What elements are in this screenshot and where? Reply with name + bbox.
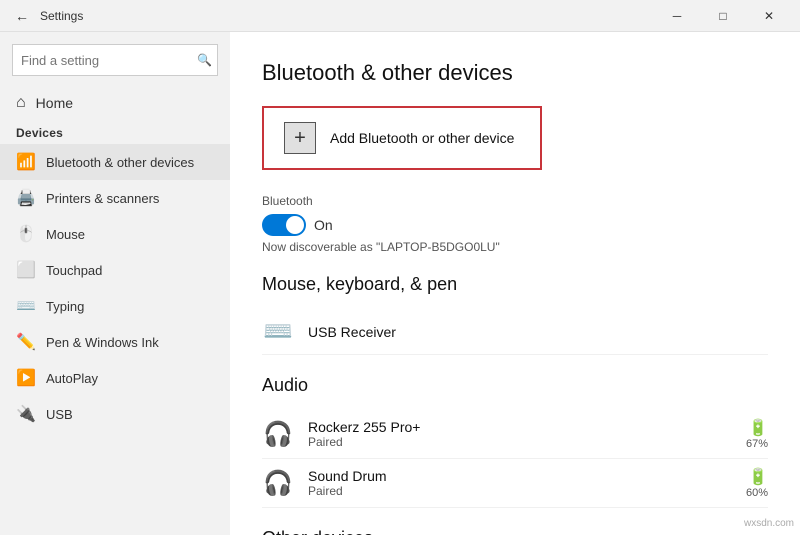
close-button[interactable]: ✕ bbox=[746, 0, 792, 32]
battery-percentage: 60% bbox=[746, 487, 768, 499]
back-button[interactable]: ← bbox=[8, 2, 36, 30]
sidebar-item-label-pen: Pen & Windows Ink bbox=[46, 335, 159, 350]
sidebar-item-label-bluetooth: Bluetooth & other devices bbox=[46, 155, 194, 170]
add-device-button[interactable]: + Add Bluetooth or other device bbox=[262, 106, 542, 170]
sidebar: 🔍 ⌂ Home Devices 📶 Bluetooth & other dev… bbox=[0, 32, 230, 535]
sidebar-item-label-typing: Typing bbox=[46, 299, 84, 314]
maximize-button[interactable]: □ bbox=[700, 0, 746, 32]
autoplay-icon: ▶️ bbox=[16, 368, 36, 388]
device-name: USB Receiver bbox=[308, 324, 396, 340]
battery-icon: 🔋 bbox=[748, 418, 768, 438]
device-row-left: ⌨️ USB Receiver bbox=[262, 317, 396, 346]
category-section-1: Audio 🎧 Rockerz 255 Pro+ Paired 🔋 67% 🎧 S… bbox=[262, 375, 768, 508]
mouse-icon: 🖱️ bbox=[16, 224, 36, 244]
category-section-0: Mouse, keyboard, & pen ⌨️ USB Receiver bbox=[262, 274, 768, 355]
bluetooth-section: Bluetooth On Now discoverable as "LAPTOP… bbox=[262, 194, 768, 254]
battery-percentage: 67% bbox=[746, 438, 768, 450]
device-name: Sound Drum bbox=[308, 468, 387, 484]
home-label: Home bbox=[36, 95, 73, 111]
sidebar-items-container: 📶 Bluetooth & other devices 🖨️ Printers … bbox=[0, 144, 230, 432]
sidebar-item-label-usb: USB bbox=[46, 407, 73, 422]
main-layout: 🔍 ⌂ Home Devices 📶 Bluetooth & other dev… bbox=[0, 32, 800, 535]
bluetooth-state-label: On bbox=[314, 217, 333, 233]
touchpad-icon: ⬜ bbox=[16, 260, 36, 280]
device-row: 🎧 Rockerz 255 Pro+ Paired 🔋 67% bbox=[262, 410, 768, 459]
sidebar-section-label: Devices bbox=[0, 118, 230, 144]
battery-icon: 🔋 bbox=[748, 467, 768, 487]
sidebar-item-pen[interactable]: ✏️ Pen & Windows Ink bbox=[0, 324, 230, 360]
device-icon-0: 🎧 bbox=[262, 420, 294, 449]
printers-icon: 🖨️ bbox=[16, 188, 36, 208]
search-box[interactable]: 🔍 bbox=[12, 44, 218, 76]
device-info: Sound Drum Paired bbox=[308, 468, 387, 498]
device-row-left: 🎧 Rockerz 255 Pro+ Paired bbox=[262, 419, 420, 449]
watermark: wxsdn.com bbox=[744, 518, 794, 529]
minimize-button[interactable]: ─ bbox=[654, 0, 700, 32]
sidebar-item-label-touchpad: Touchpad bbox=[46, 263, 102, 278]
bluetooth-row: On bbox=[262, 214, 768, 236]
category-title-2: Other devices bbox=[262, 528, 768, 535]
usb-icon: 🔌 bbox=[16, 404, 36, 424]
device-icon-1: 🎧 bbox=[262, 469, 294, 498]
typing-icon: ⌨️ bbox=[16, 296, 36, 316]
sidebar-item-printers[interactable]: 🖨️ Printers & scanners bbox=[0, 180, 230, 216]
sidebar-item-typing[interactable]: ⌨️ Typing bbox=[0, 288, 230, 324]
home-icon: ⌂ bbox=[16, 94, 26, 112]
titlebar-title: Settings bbox=[40, 9, 83, 23]
add-device-plus-icon: + bbox=[284, 122, 316, 154]
device-status: Paired bbox=[308, 484, 387, 498]
search-input[interactable] bbox=[21, 53, 197, 68]
titlebar: ← Settings ─ □ ✕ bbox=[0, 0, 800, 32]
toggle-knob bbox=[286, 216, 304, 234]
pen-icon: ✏️ bbox=[16, 332, 36, 352]
discoverable-text: Now discoverable as "LAPTOP-B5DGO0LU" bbox=[262, 240, 768, 254]
device-battery: 🔋 67% bbox=[746, 418, 768, 450]
sidebar-item-label-mouse: Mouse bbox=[46, 227, 85, 242]
device-name: Rockerz 255 Pro+ bbox=[308, 419, 420, 435]
device-info: USB Receiver bbox=[308, 324, 396, 340]
titlebar-controls: ─ □ ✕ bbox=[654, 0, 792, 32]
page-title: Bluetooth & other devices bbox=[262, 60, 768, 86]
device-info: Rockerz 255 Pro+ Paired bbox=[308, 419, 420, 449]
sidebar-item-autoplay[interactable]: ▶️ AutoPlay bbox=[0, 360, 230, 396]
device-row: ⌨️ USB Receiver bbox=[262, 309, 768, 355]
search-icon: 🔍 bbox=[197, 53, 212, 67]
sidebar-item-label-autoplay: AutoPlay bbox=[46, 371, 98, 386]
bluetooth-icon: 📶 bbox=[16, 152, 36, 172]
sidebar-item-mouse[interactable]: 🖱️ Mouse bbox=[0, 216, 230, 252]
device-icon-0: ⌨️ bbox=[262, 317, 294, 346]
sidebar-item-label-printers: Printers & scanners bbox=[46, 191, 159, 206]
device-row-left: 🎧 Sound Drum Paired bbox=[262, 468, 387, 498]
device-battery: 🔋 60% bbox=[746, 467, 768, 499]
bluetooth-section-label: Bluetooth bbox=[262, 194, 768, 208]
category-section-2: Other devices📺 Jio SetTopBox bbox=[262, 528, 768, 535]
category-title-0: Mouse, keyboard, & pen bbox=[262, 274, 768, 295]
device-status: Paired bbox=[308, 435, 420, 449]
category-title-1: Audio bbox=[262, 375, 768, 396]
content-area: Bluetooth & other devices + Add Bluetoot… bbox=[230, 32, 800, 535]
sidebar-item-home[interactable]: ⌂ Home bbox=[0, 88, 230, 118]
sidebar-item-usb[interactable]: 🔌 USB bbox=[0, 396, 230, 432]
bluetooth-toggle[interactable] bbox=[262, 214, 306, 236]
device-row: 🎧 Sound Drum Paired 🔋 60% bbox=[262, 459, 768, 508]
add-device-label: Add Bluetooth or other device bbox=[330, 130, 514, 146]
categories-container: Mouse, keyboard, & pen ⌨️ USB Receiver Au… bbox=[262, 274, 768, 535]
sidebar-item-touchpad[interactable]: ⬜ Touchpad bbox=[0, 252, 230, 288]
sidebar-item-bluetooth[interactable]: 📶 Bluetooth & other devices bbox=[0, 144, 230, 180]
